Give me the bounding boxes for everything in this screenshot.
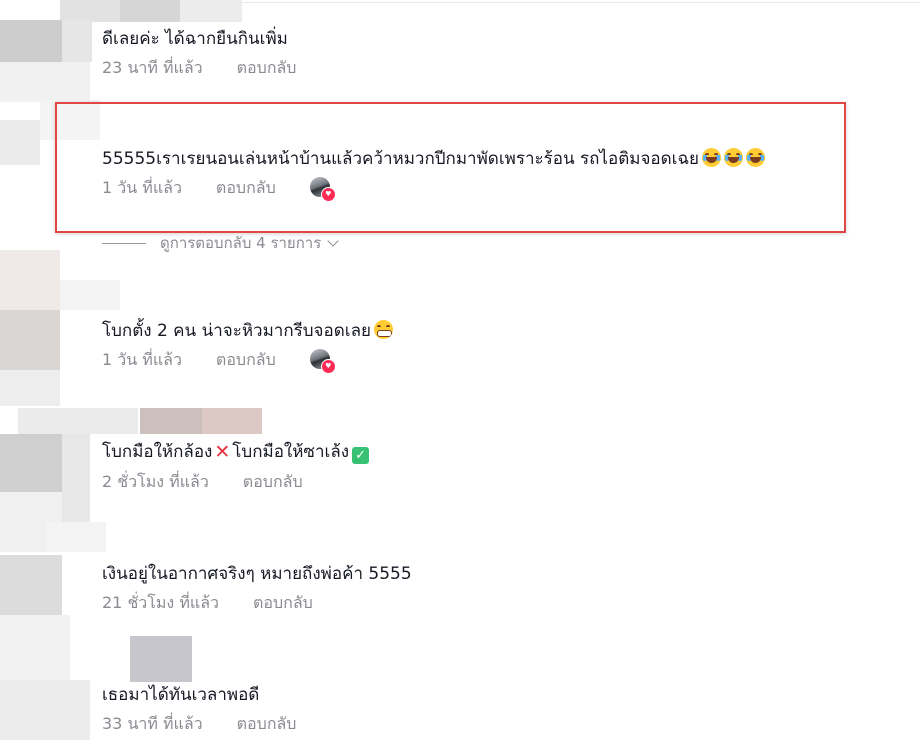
reply-button[interactable]: ตอบกลับ (243, 470, 303, 495)
chevron-down-icon (327, 234, 339, 247)
view-replies-button[interactable]: ดูการตอบกลับ 4 รายการ (102, 232, 339, 254)
reply-button[interactable]: ตอบกลับ (216, 348, 276, 373)
blurred-avatar (120, 0, 180, 22)
comment-timestamp: 23 นาที ที่แล้ว (102, 57, 203, 77)
comment-text-content: 55555เราเรยนอนเล่นหน้าบ้านแล้วคว้าหมวกปี… (102, 149, 700, 169)
reply-button[interactable]: ตอบกลับ (237, 56, 297, 81)
comment-item: ดีเลยค่ะ ได้ฉากยืนกินเพิ่ม 23 นาที ที่แล… (102, 28, 296, 79)
comment-meta: 21 ชั่วโมง ที่แล้ว ตอบกลับ (102, 592, 412, 614)
blurred-avatar (0, 434, 62, 492)
comment-timestamp: 21 ชั่วโมง ที่แล้ว (102, 592, 219, 612)
blurred-avatar (46, 522, 106, 552)
comment-text-part-a: โบกมือให้กล้อง (102, 442, 213, 462)
blurred-avatar (0, 250, 60, 310)
comment-text: เงินอยู่ในอากาศจริงๆ หมายถึงพ่อค้า 5555 (102, 564, 412, 584)
comment-text: เธอมาได้ทันเวลาพอดี (102, 685, 260, 705)
blurred-avatar (130, 636, 192, 682)
blurred-avatar (0, 555, 62, 615)
blurred-avatar (0, 680, 90, 740)
blurred-avatar (180, 0, 242, 22)
reply-button[interactable]: ตอบกลับ (237, 712, 297, 737)
comment-item: 55555เราเรยนอนเล่นหน้าบ้านแล้วคว้าหมวกปี… (102, 148, 766, 202)
creator-liked-badge: ♥ (309, 349, 336, 374)
blurred-avatar (0, 20, 62, 62)
comment-text: 55555เราเรยนอนเล่นหน้าบ้านแล้วคว้าหมวกปี… (102, 148, 766, 170)
comment-item: เงินอยู่ในอากาศจริงๆ หมายถึงพ่อค้า 5555 … (102, 563, 412, 614)
divider (240, 2, 920, 3)
cross-mark-emoji: ✕ (214, 441, 231, 463)
blurred-avatar (0, 120, 40, 165)
comment-meta: 1 วัน ที่แล้ว ตอบกลับ ♥ (102, 348, 393, 374)
blurred-avatar (60, 0, 120, 22)
blurred-avatar (202, 408, 262, 434)
reply-button[interactable]: ตอบกลับ (253, 591, 313, 616)
comment-timestamp: 1 วัน ที่แล้ว (102, 349, 182, 369)
comment-text: โบกมือให้กล้อง ✕ โบกมือให้ซาเล้ง ✓ (102, 441, 370, 464)
divider-line (102, 242, 146, 244)
blurred-avatar (0, 615, 70, 680)
comment-text-part-b: โบกมือให้ซาเล้ง (232, 442, 350, 462)
comment-timestamp: 1 วัน ที่แล้ว (102, 177, 182, 197)
reply-button[interactable]: ตอบกลับ (216, 176, 276, 201)
heart-icon: ♥ (320, 359, 336, 374)
check-mark-emoji: ✓ (352, 447, 370, 464)
heart-icon: ♥ (320, 187, 336, 202)
blurred-avatar (62, 434, 90, 522)
blurred-avatar (0, 310, 60, 370)
grin-emoji (373, 320, 393, 339)
blurred-avatar (60, 280, 120, 310)
laugh-cry-emoji (702, 148, 722, 167)
comment-meta: 1 วัน ที่แล้ว ตอบกลับ ♥ (102, 176, 765, 202)
blurred-avatar (0, 62, 90, 102)
comment-text-content: โบกตั้ง 2 คน น่าจะหิวมากรีบจอดเลย (102, 321, 371, 341)
blurred-avatar (140, 408, 202, 434)
laugh-cry-emoji (746, 148, 766, 167)
comment-meta: 33 นาที ที่แล้ว ตอบกลับ (102, 713, 296, 735)
blurred-avatar (0, 370, 60, 406)
comment-meta: 2 ชั่วโมง ที่แล้ว ตอบกลับ (102, 471, 369, 493)
comment-timestamp: 33 นาที ที่แล้ว (102, 713, 203, 733)
creator-liked-badge: ♥ (309, 177, 336, 202)
comment-meta: 23 นาที ที่แล้ว ตอบกลับ (102, 57, 296, 79)
comment-text: โบกตั้ง 2 คน น่าจะหิวมากรีบจอดเลย (102, 320, 393, 342)
comment-item: โบกมือให้กล้อง ✕ โบกมือให้ซาเล้ง ✓ 2 ชั่วโม… (102, 441, 370, 493)
comment-timestamp: 2 ชั่วโมง ที่แล้ว (102, 471, 209, 491)
laugh-cry-emoji (724, 148, 744, 167)
comment-item: เธอมาได้ทันเวลาพอดี 33 นาที ที่แล้ว ตอบก… (102, 684, 296, 735)
comment-item: โบกตั้ง 2 คน น่าจะหิวมากรีบจอดเลย 1 วัน … (102, 320, 393, 374)
blurred-avatar (62, 20, 92, 62)
comment-text: ดีเลยค่ะ ได้ฉากยืนกินเพิ่ม (102, 29, 288, 49)
blurred-avatar (18, 408, 138, 434)
view-replies-label: ดูการตอบกลับ 4 รายการ (160, 234, 322, 252)
